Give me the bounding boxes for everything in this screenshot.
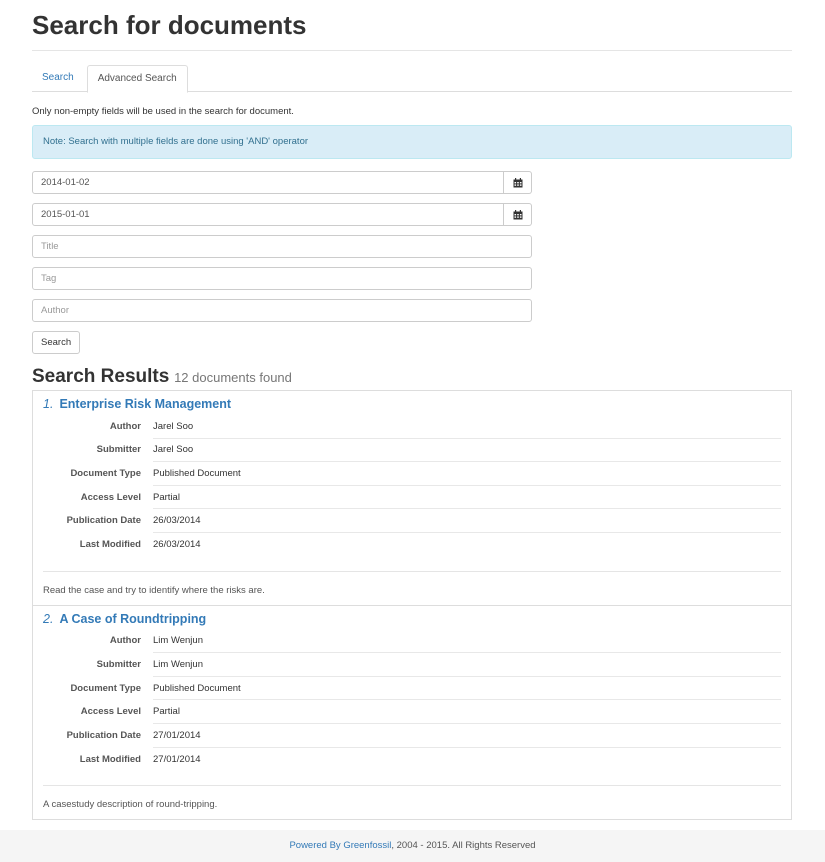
result-item: 1. Enterprise Risk Management Author Jare… — [33, 391, 791, 606]
meta-value: Partial — [153, 706, 180, 718]
meta-row-document-type: Document Type Published Document — [70, 677, 781, 701]
result-number: 1. — [43, 397, 54, 411]
meta-value: 26/03/2014 — [153, 539, 201, 551]
meta-row-publication-date: Publication Date 26/03/2014 — [67, 509, 781, 533]
date-from-input[interactable] — [32, 171, 504, 194]
meta-label: Last Modified — [79, 539, 141, 551]
page-title: Search for documents — [32, 0, 792, 51]
meta-row-access-level: Access Level Partial — [81, 700, 781, 724]
meta-row-publication-date: Publication Date 27/01/2014 — [67, 724, 781, 748]
meta-value: Published Document — [153, 682, 241, 694]
meta-value: Published Document — [153, 467, 241, 479]
results-panel: 1. Enterprise Risk Management Author Jare… — [32, 390, 792, 821]
result-item: 2. A Case of Roundtripping Author Lim Wen… — [33, 606, 791, 820]
author-input[interactable] — [32, 299, 532, 322]
search-tabs: Search Advanced Search — [32, 65, 792, 93]
result-title-link[interactable]: 1. Enterprise Risk Management — [43, 391, 781, 415]
advanced-search-form: Search — [32, 171, 532, 354]
meta-value: 26/03/2014 — [153, 515, 201, 527]
date-to-group — [32, 203, 532, 226]
result-title-text[interactable]: Enterprise Risk Management — [59, 397, 231, 411]
meta-value: Jarel Soo — [153, 420, 194, 432]
meta-row-last-modified: Last Modified 26/03/2014 — [80, 533, 781, 557]
results-count: 12 documents found — [174, 370, 292, 385]
meta-row-last-modified: Last Modified 27/01/2014 — [80, 748, 781, 772]
help-text: Only non-empty fields will be used in th… — [32, 106, 294, 117]
meta-row-author: Author Lim Wenjun — [110, 630, 781, 654]
calendar-icon — [513, 209, 522, 219]
meta-value: Partial — [153, 491, 180, 503]
meta-label: Document Type — [70, 682, 141, 694]
meta-label: Author — [109, 420, 141, 432]
meta-label: Submitter — [96, 444, 141, 456]
meta-label: Last Modified — [79, 753, 141, 765]
meta-row-author: Author Jarel Soo — [110, 415, 781, 439]
meta-row-access-level: Access Level Partial — [81, 486, 781, 510]
meta-value: Lim Wenjun — [153, 658, 203, 670]
meta-value: 27/01/2014 — [153, 729, 201, 741]
date-from-calendar-button[interactable] — [504, 171, 532, 194]
result-description: Read the case and try to identify where … — [43, 570, 781, 605]
meta-label: Author — [109, 635, 141, 647]
calendar-icon — [513, 177, 522, 187]
tab-search[interactable]: Search — [32, 65, 84, 92]
footer-greenfossil-link[interactable]: Powered By Greenfossil — [289, 840, 391, 851]
date-from-group — [32, 171, 532, 194]
tab-advanced-search[interactable]: Advanced Search — [86, 65, 188, 93]
result-title-link[interactable]: 2. A Case of Roundtripping — [43, 606, 781, 630]
meta-label: Access Level — [80, 706, 141, 718]
main-container: Search for documents Search Advanced Sea… — [32, 0, 792, 821]
results-title: Search Results — [32, 366, 170, 387]
meta-label: Access Level — [80, 491, 141, 503]
page-footer: Powered By Greenfossil, 2004 - 2015. All… — [0, 830, 825, 862]
title-input[interactable] — [32, 235, 532, 258]
meta-label: Submitter — [96, 658, 141, 670]
result-title-text[interactable]: A Case of Roundtripping — [59, 612, 206, 626]
result-metadata: Author Lim Wenjun Submitter Lim Wenjun D… — [43, 630, 781, 772]
operator-note: Note: Search with multiple fields are do… — [32, 125, 792, 159]
meta-label: Publication Date — [66, 729, 141, 741]
tag-input[interactable] — [32, 267, 532, 290]
meta-label: Publication Date — [66, 515, 141, 527]
search-button[interactable]: Search — [32, 331, 81, 354]
meta-value: 27/01/2014 — [153, 753, 201, 765]
meta-row-submitter: Submitter Lim Wenjun — [97, 653, 781, 677]
meta-value: Jarel Soo — [153, 444, 194, 456]
date-to-calendar-button[interactable] — [504, 203, 532, 226]
meta-row-document-type: Document Type Published Document — [70, 462, 781, 486]
result-metadata: Author Jarel Soo Submitter Jarel Soo Doc… — [43, 415, 781, 557]
result-description: A casestudy description of round-trippin… — [43, 785, 781, 819]
meta-value: Lim Wenjun — [153, 635, 203, 647]
meta-row-submitter: Submitter Jarel Soo — [97, 439, 781, 463]
date-to-input[interactable] — [32, 203, 504, 226]
result-number: 2. — [43, 611, 54, 626]
meta-label: Document Type — [70, 467, 141, 479]
results-heading: Search Results 12 documents found — [32, 366, 792, 390]
footer-copyright: , 2004 - 2015. All Rights Reserved — [391, 840, 536, 851]
